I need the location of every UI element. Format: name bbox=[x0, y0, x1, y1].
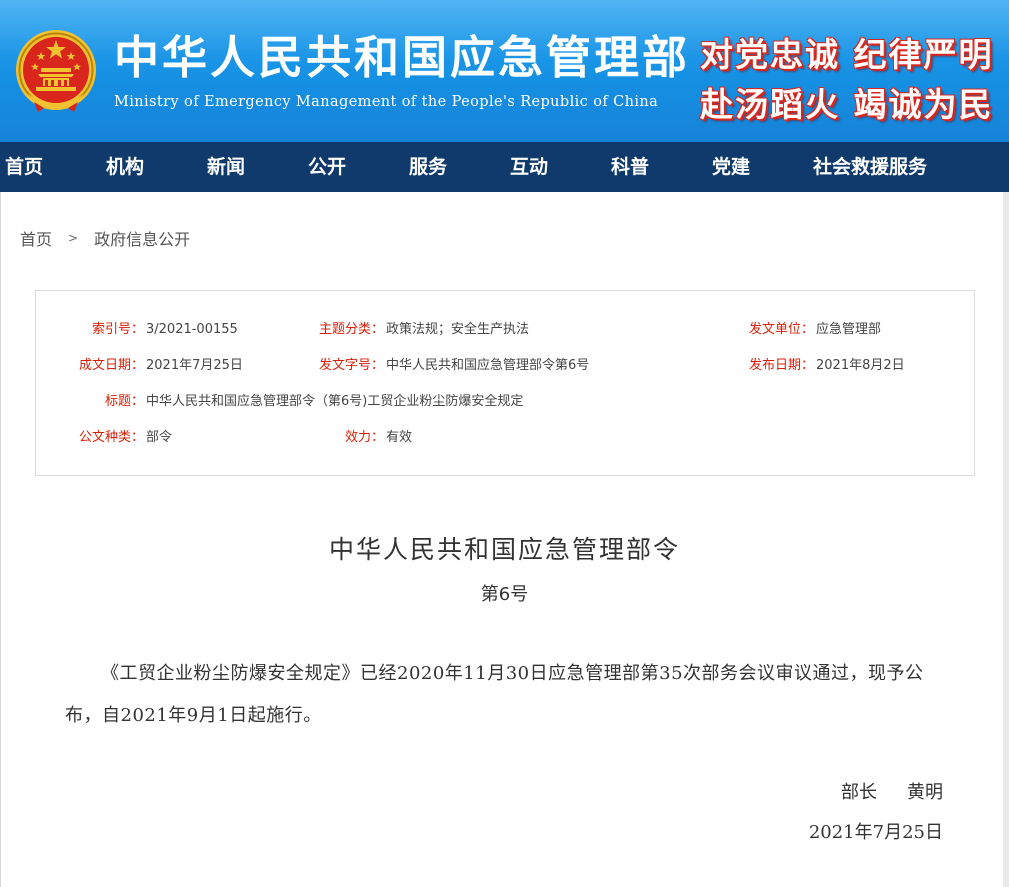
document-type-label: 公文种类： bbox=[78, 430, 144, 445]
nav-item-public-info[interactable]: 公开 bbox=[308, 142, 346, 192]
validity-label: 效力： bbox=[344, 430, 384, 445]
index-label: 索引号： bbox=[91, 322, 144, 337]
signature-date: 2021年7月25日 bbox=[808, 822, 943, 843]
breadcrumb-current[interactable]: 政府信息公开 bbox=[94, 226, 190, 250]
category-label: 主题分类： bbox=[318, 322, 384, 337]
main-nav: 首页 机构 新闻 公开 服务 互动 科普 党建 社会救援服务 bbox=[0, 142, 1009, 192]
nav-item-services[interactable]: 服务 bbox=[409, 142, 447, 192]
breadcrumb-separator: > bbox=[68, 231, 79, 245]
published-date-label: 发布日期： bbox=[748, 358, 814, 373]
nav-item-interaction[interactable]: 互动 bbox=[510, 142, 548, 192]
slogan-line-1: 对党忠诚 纪律严明 bbox=[700, 35, 994, 74]
document-title: 中华人民共和国应急管理部令 bbox=[328, 535, 680, 564]
document-type-value: 部令 bbox=[146, 430, 173, 445]
document-info-box: 索引号： 3/2021-00155 主题分类： 政策法规；安全生产执法 发文单位… bbox=[35, 290, 975, 476]
index-value: 3/2021-00155 bbox=[146, 322, 238, 337]
signer-name: 黄明 bbox=[907, 782, 943, 803]
site-title: 中华人民共和国应急管理部 bbox=[114, 31, 691, 84]
nav-item-science[interactable]: 科普 bbox=[611, 142, 649, 192]
nav-item-news[interactable]: 新闻 bbox=[207, 142, 245, 192]
created-date-label: 成文日期： bbox=[78, 358, 144, 373]
issuer-label: 发文单位： bbox=[748, 322, 814, 337]
slogan-line-2: 赴汤蹈火 竭诚为民 bbox=[700, 85, 994, 124]
title-label: 标题： bbox=[104, 394, 144, 409]
signer-role: 部长 bbox=[841, 782, 877, 803]
category-value: 政策法规；安全生产执法 bbox=[386, 322, 530, 337]
document-number: 第6号 bbox=[480, 584, 529, 605]
title-value: 中华人民共和国应急管理部令（第6号)工贸企业粉尘防爆安全规定 bbox=[146, 394, 524, 409]
published-date-value: 2021年8月2日 bbox=[816, 358, 905, 373]
breadcrumb: 首页 > 政府信息公开 bbox=[20, 226, 190, 250]
created-date-value: 2021年7月25日 bbox=[146, 358, 243, 373]
site-subtitle: Ministry of Emergency Management of the … bbox=[114, 94, 659, 110]
header-banner: 中华人民共和国应急管理部 Ministry of Emergency Manag… bbox=[0, 0, 1009, 142]
nav-item-party[interactable]: 党建 bbox=[712, 142, 750, 192]
document-number-value: 中华人民共和国应急管理部令第6号 bbox=[386, 358, 590, 373]
nav-item-home[interactable]: 首页 bbox=[5, 142, 43, 192]
nav-item-rescue-services[interactable]: 社会救援服务 bbox=[813, 142, 927, 192]
issuer-value: 应急管理部 bbox=[816, 322, 882, 337]
signature-line: 部长 黄明 bbox=[841, 778, 943, 804]
validity-value: 有效 bbox=[386, 430, 413, 445]
nav-item-organization[interactable]: 机构 bbox=[106, 142, 144, 192]
document-number-label: 发文字号： bbox=[318, 358, 384, 373]
national-emblem-icon bbox=[16, 30, 96, 112]
breadcrumb-home[interactable]: 首页 bbox=[20, 226, 52, 250]
document-body: 《工贸企业粉尘防爆安全规定》已经2020年11月30日应急管理部第35次部务会议… bbox=[65, 663, 924, 726]
